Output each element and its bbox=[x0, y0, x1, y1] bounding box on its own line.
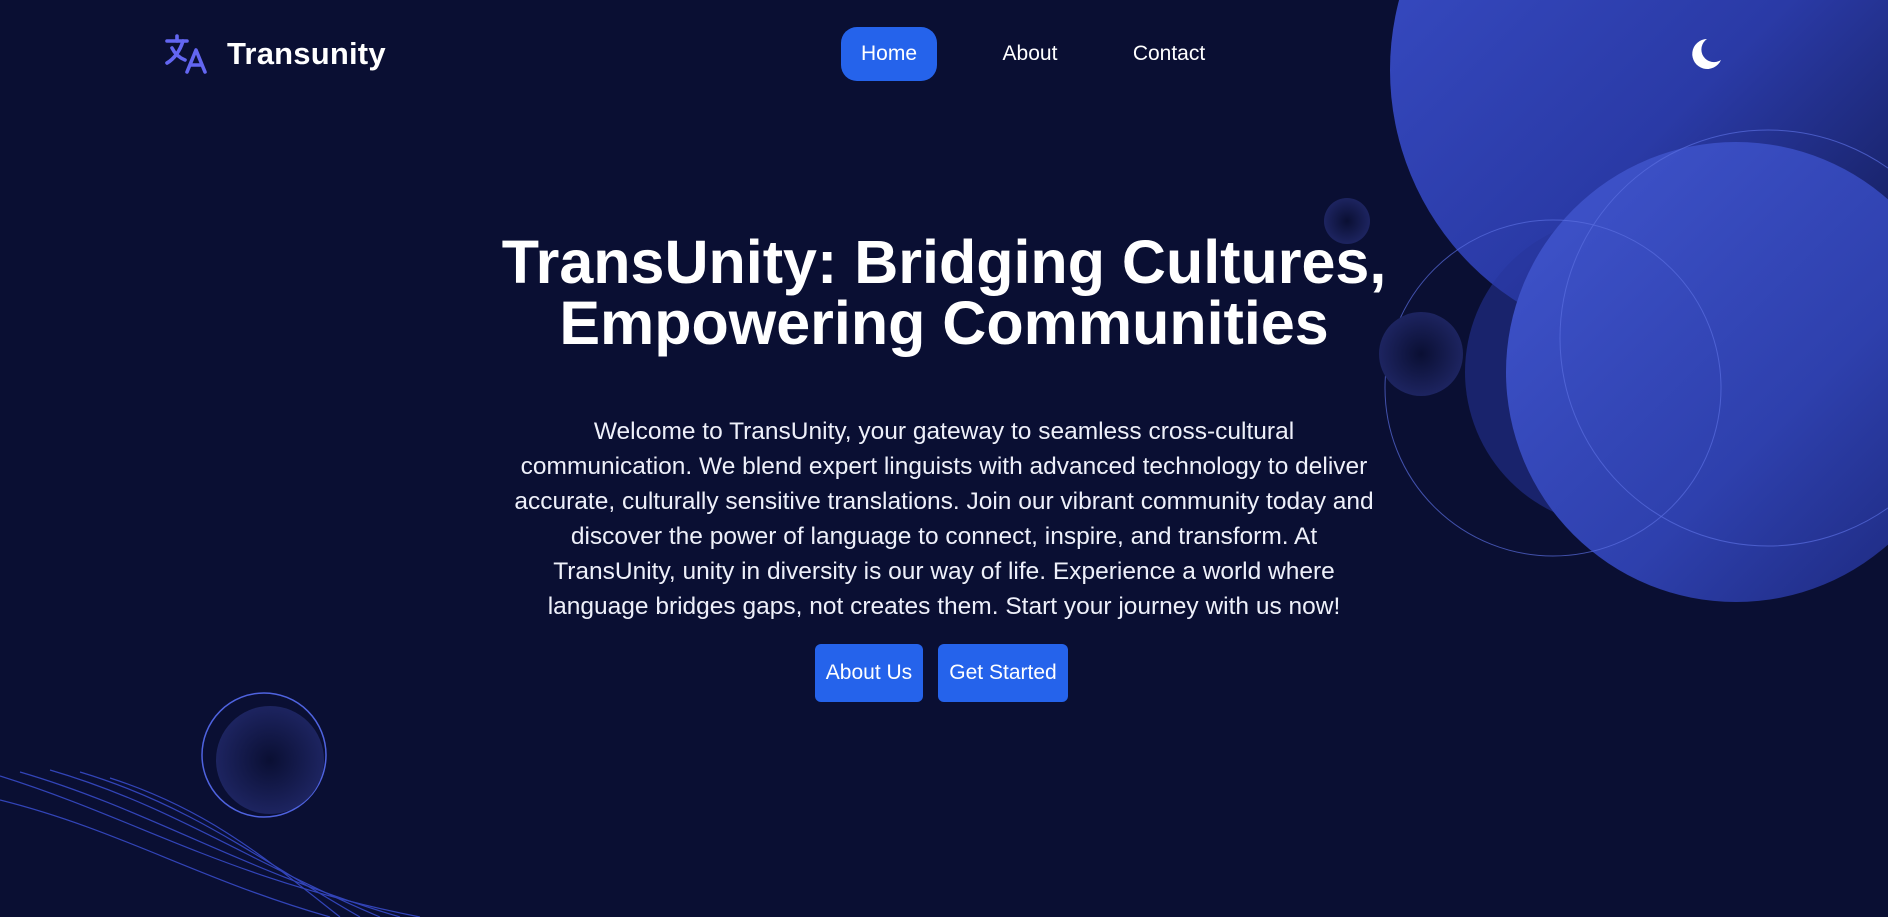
nav-home[interactable]: Home bbox=[841, 27, 937, 81]
hero-title-line-2: Empowering Communities bbox=[559, 289, 1329, 357]
header: Transunity Home About Contact bbox=[0, 0, 1888, 110]
nav-contact[interactable]: Contact bbox=[1129, 27, 1209, 81]
brand-logo[interactable]: Transunity bbox=[165, 34, 386, 74]
hero-description-line: Welcome to TransUnity, your gateway to s… bbox=[593, 418, 1295, 445]
decor-circle-medium bbox=[1465, 217, 1775, 527]
translate-icon bbox=[165, 34, 207, 74]
hero-description-line: accurate, culturally sensitive translati… bbox=[514, 488, 1374, 515]
get-started-button[interactable]: Get Started bbox=[938, 644, 1068, 702]
decor-bottom-ring bbox=[201, 692, 327, 818]
main-nav: Home About Contact bbox=[841, 27, 1209, 81]
about-us-button[interactable]: About Us bbox=[815, 644, 923, 702]
hero-description-line: TransUnity, unity in diversity is our wa… bbox=[553, 558, 1335, 585]
hero-description: Welcome to TransUnity, your gateway to s… bbox=[455, 414, 1433, 624]
moon-icon[interactable] bbox=[1688, 36, 1724, 72]
page: Transunity Home About Contact TransUnity… bbox=[0, 0, 1888, 917]
hero-description-line: discover the power of language to connec… bbox=[570, 523, 1318, 550]
hero-title: TransUnity: Bridging Cultures, Empowerin… bbox=[440, 232, 1448, 354]
decor-waves bbox=[0, 769, 421, 917]
nav-about[interactable]: About bbox=[997, 27, 1063, 81]
hero-title-line-1: TransUnity: Bridging Cultures, bbox=[501, 228, 1387, 296]
hero-description-line: communication. We blend expert linguists… bbox=[520, 453, 1368, 480]
decor-circle-front bbox=[1506, 142, 1888, 602]
decor-bottom-dot bbox=[216, 706, 324, 814]
decor-ring-2 bbox=[1559, 129, 1888, 547]
brand-name: Transunity bbox=[227, 36, 386, 71]
hero-description-line: language bridges gaps, not creates them.… bbox=[547, 593, 1341, 620]
